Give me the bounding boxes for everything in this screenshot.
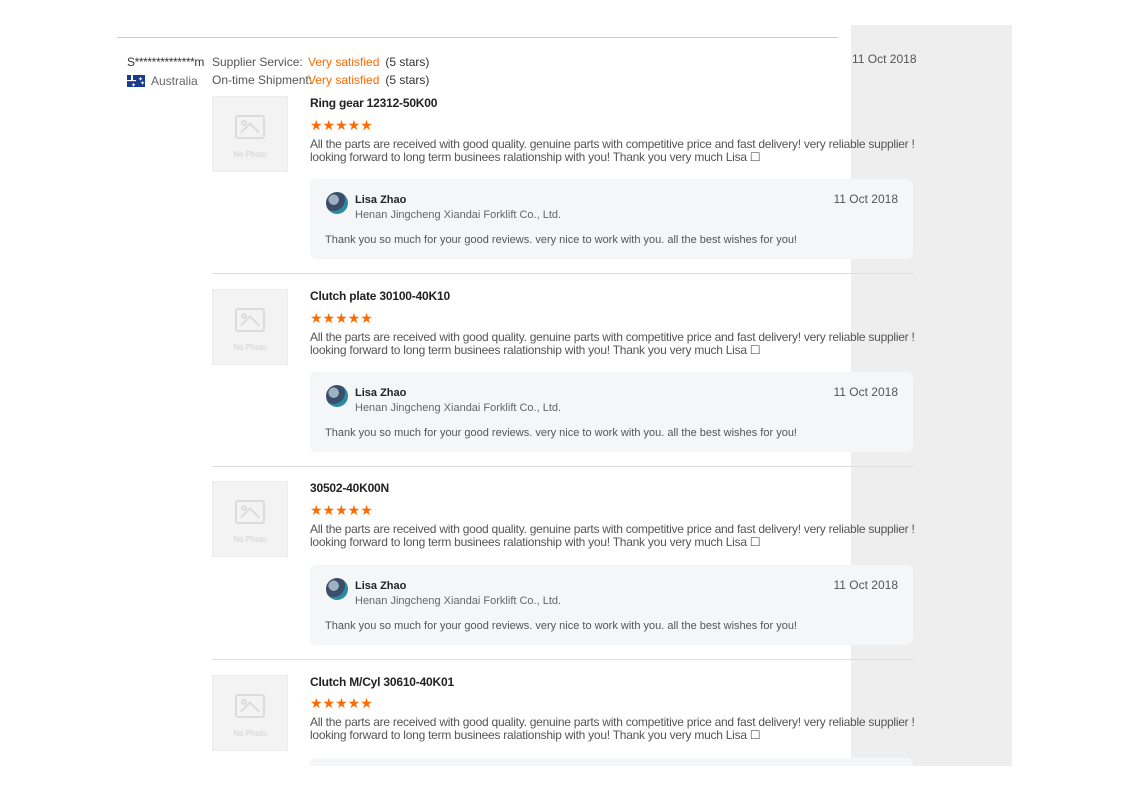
avatar (326, 385, 348, 407)
rating-row-shipment: On-time Shipment: Very satisfied (5 star… (212, 73, 430, 87)
product-name[interactable]: 30502-40K00N (310, 481, 389, 495)
review-content: All the parts are received with good qua… (310, 330, 915, 357)
product-name[interactable]: Clutch M/Cyl 30610-40K01 (310, 675, 454, 689)
star-rating: ★★★★★ (310, 502, 373, 518)
review-date: 11 Oct 2018 (852, 52, 917, 66)
review-content: All the parts are received with good qua… (310, 715, 915, 742)
review-divider (212, 273, 913, 274)
review-divider (212, 466, 913, 467)
product-photo-placeholder[interactable]: No Photo (212, 481, 288, 557)
supplier-reply: Lisa Zhao Henan Jingcheng Xiandai Forkli… (310, 179, 913, 259)
image-placeholder-icon (235, 115, 265, 142)
avatar (326, 578, 348, 600)
image-placeholder-icon (235, 308, 265, 335)
product-name[interactable]: Clutch plate 30100-40K10 (310, 289, 450, 303)
star-rating: ★★★★★ (310, 117, 373, 133)
top-divider (117, 37, 838, 38)
buyer-country: ✦ ✦ ✦ Australia (127, 72, 198, 90)
australia-flag-icon: ✦ ✦ ✦ (127, 75, 145, 87)
supplier-reply: Lisa Zhao Henan Jingcheng Xiandai Forkli… (310, 565, 913, 645)
product-photo-placeholder[interactable]: No Photo (212, 675, 288, 751)
star-rating: ★★★★★ (310, 310, 373, 326)
review-divider (212, 659, 913, 660)
rating-row-supplier-service: Supplier Service: Very satisfied (5 star… (212, 55, 430, 69)
buyer-ratings: Supplier Service: Very satisfied (5 star… (212, 53, 429, 89)
buyer-name: S**************m (127, 55, 204, 69)
supplier-reply: Lisa Zhao Henan Jingcheng Xiandai Forkli… (310, 372, 913, 452)
star-rating: ★★★★★ (310, 695, 373, 711)
supplier-reply (310, 758, 913, 766)
review-content: All the parts are received with good qua… (310, 522, 915, 549)
avatar (326, 192, 348, 214)
image-placeholder-icon (235, 694, 265, 721)
country-name: Australia (151, 74, 198, 88)
product-photo-placeholder[interactable]: No Photo (212, 96, 288, 172)
review-content: All the parts are received with good qua… (310, 137, 915, 164)
product-photo-placeholder[interactable]: No Photo (212, 289, 288, 365)
product-name[interactable]: Ring gear 12312-50K00 (310, 96, 437, 110)
image-placeholder-icon (235, 500, 265, 527)
